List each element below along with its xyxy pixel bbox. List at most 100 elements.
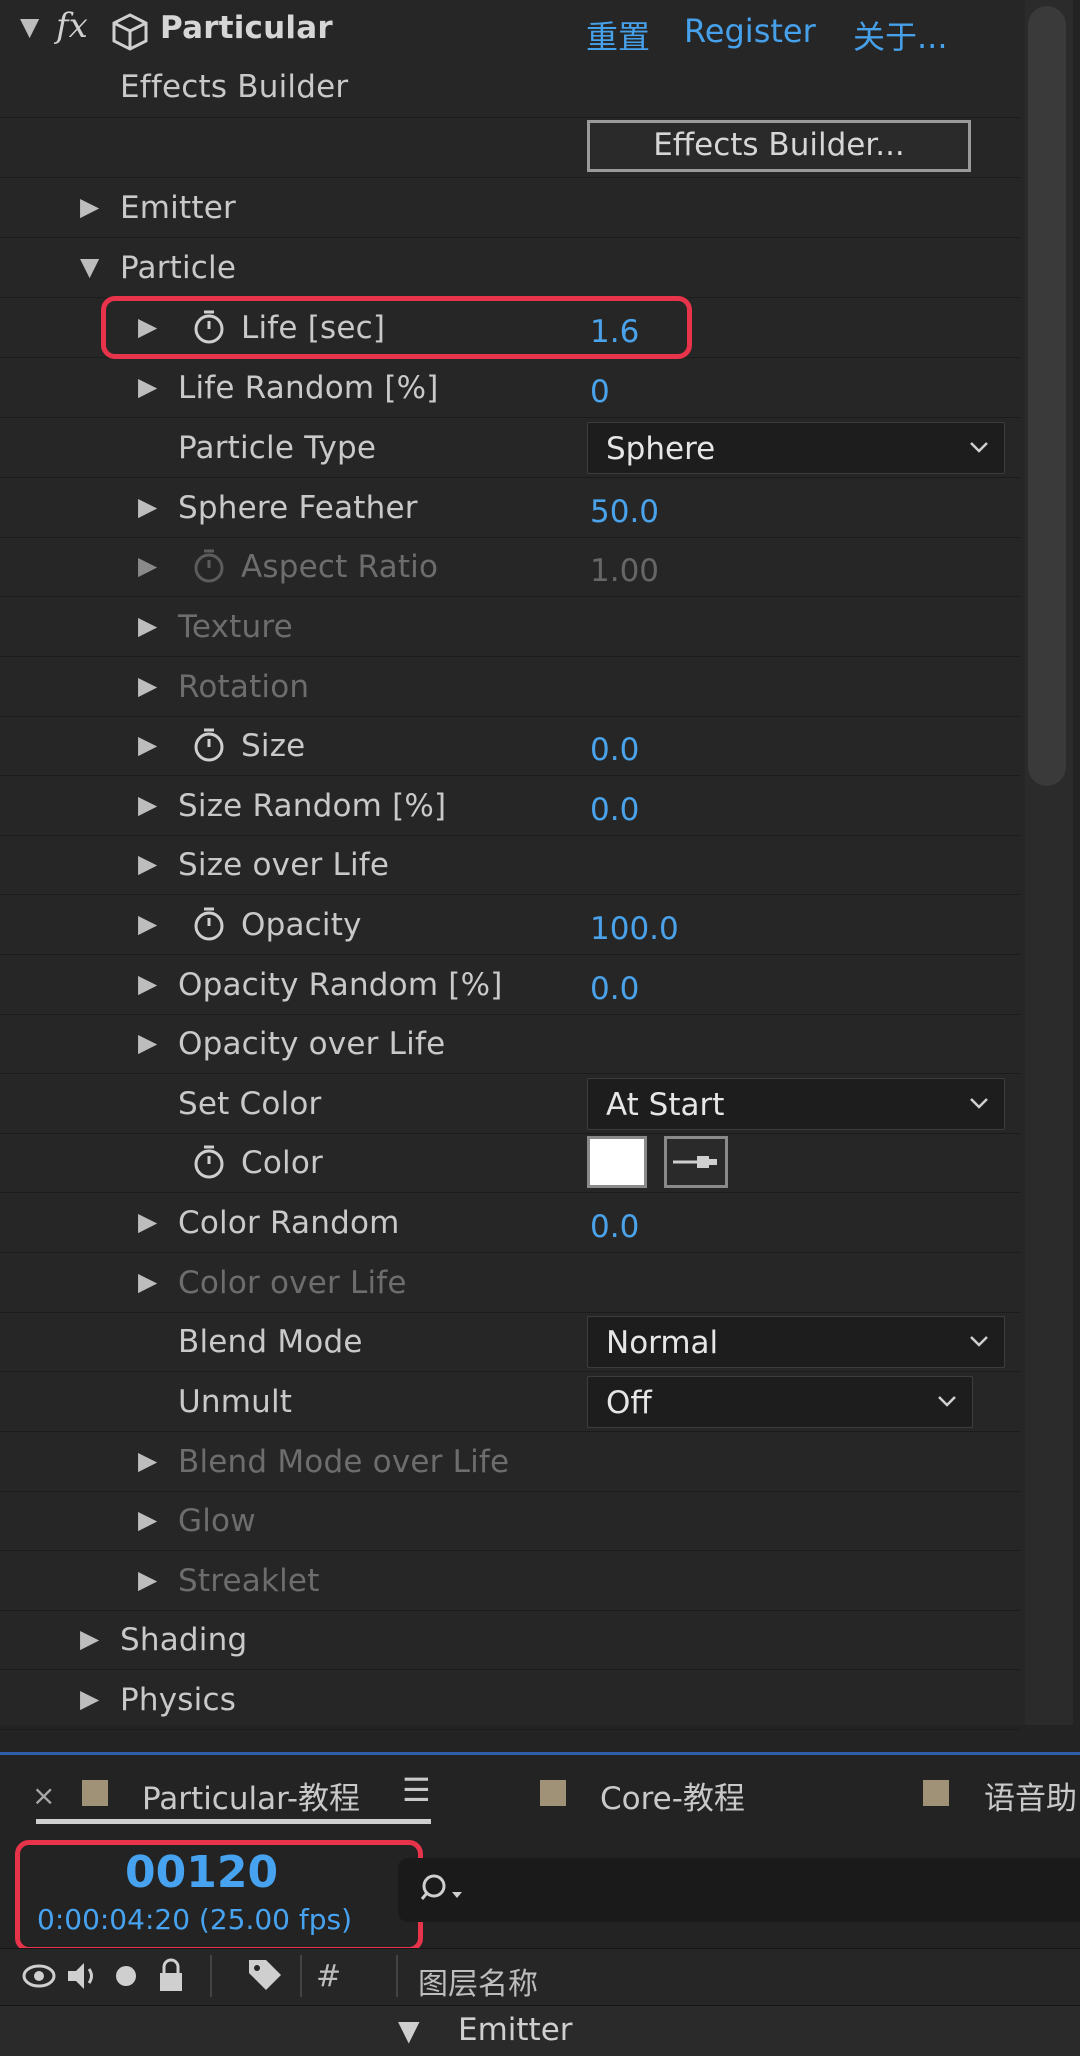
- group-label: Emitter: [120, 190, 236, 226]
- param-label: Life Random [%]: [178, 370, 439, 406]
- expand-triangle-icon[interactable]: ▶: [138, 849, 157, 878]
- solo-icon[interactable]: [116, 1966, 136, 1986]
- param-size: ▶ Size 0.0: [0, 716, 1020, 776]
- param-value: 1.00: [590, 553, 660, 589]
- group-particle[interactable]: ▼ Particle: [0, 238, 1020, 298]
- expand-triangle-icon[interactable]: ▶: [138, 1028, 157, 1057]
- dropdown-value: Normal: [606, 1325, 719, 1361]
- stopwatch-icon[interactable]: [190, 905, 228, 943]
- group-size-over-life[interactable]: ▶ Size over Life: [0, 835, 1020, 895]
- expand-triangle-icon[interactable]: ▶: [138, 909, 157, 938]
- group-label: Physics: [120, 1682, 237, 1718]
- column-divider[interactable]: [396, 1955, 398, 1997]
- param-value[interactable]: 0.0: [590, 732, 639, 768]
- fx-icon[interactable]: fx: [56, 6, 88, 46]
- param-opacity-random: ▶ Opacity Random [%] 0.0: [0, 955, 1020, 1015]
- eye-icon[interactable]: [22, 1961, 56, 1991]
- expand-triangle-icon[interactable]: ▶: [138, 1207, 157, 1236]
- collapse-triangle-icon[interactable]: ▼: [80, 252, 99, 281]
- lock-icon[interactable]: [156, 1957, 186, 1995]
- param-value[interactable]: 0.0: [590, 971, 639, 1007]
- param-size-random: ▶ Size Random [%] 0.0: [0, 776, 1020, 836]
- group-shading[interactable]: ▶ Shading: [0, 1610, 1020, 1670]
- group-glow[interactable]: ▶ Glow: [0, 1491, 1020, 1551]
- group-label: Size over Life: [178, 847, 390, 883]
- expand-triangle-icon[interactable]: ▶: [138, 1565, 157, 1594]
- expand-triangle-icon[interactable]: ▶: [138, 372, 157, 401]
- param-label: Aspect Ratio: [241, 549, 439, 585]
- stopwatch-icon[interactable]: [190, 1143, 228, 1181]
- group-label: Blend Mode over Life: [178, 1444, 510, 1480]
- param-label: Color: [241, 1145, 323, 1181]
- expand-triangle-icon[interactable]: ▶: [138, 611, 157, 640]
- group-label: Streaklet: [178, 1563, 320, 1599]
- param-color-random: ▶ Color Random 0.0: [0, 1193, 1020, 1253]
- group-opacity-over-life[interactable]: ▶ Opacity over Life: [0, 1014, 1020, 1074]
- param-value[interactable]: 100.0: [590, 911, 679, 947]
- label-tag-icon[interactable]: [246, 1957, 284, 1995]
- composition-icon: [923, 1780, 949, 1806]
- collapse-triangle-icon[interactable]: ▼: [398, 2014, 420, 2047]
- composition-icon: [540, 1780, 566, 1806]
- param-value[interactable]: 50.0: [590, 494, 659, 530]
- layer-search-input[interactable]: [398, 1858, 1080, 1922]
- group-blend-mode-over-life[interactable]: ▶ Blend Mode over Life: [0, 1432, 1020, 1492]
- expand-triangle-icon[interactable]: ▶: [138, 1267, 157, 1296]
- color-swatch[interactable]: [587, 1136, 647, 1188]
- layer-name: Emitter: [458, 2012, 573, 2048]
- audio-icon[interactable]: [64, 1959, 100, 1993]
- expand-triangle-icon[interactable]: ▶: [80, 1624, 99, 1653]
- group-emitter[interactable]: ▶ Emitter: [0, 178, 1020, 238]
- dropdown-value: Off: [606, 1385, 652, 1421]
- expand-triangle-icon[interactable]: ▶: [138, 551, 157, 580]
- expand-triangle-icon[interactable]: ▶: [80, 1684, 99, 1713]
- group-rotation[interactable]: ▶ Rotation: [0, 657, 1020, 717]
- tab-voice[interactable]: 语音助: [984, 1773, 1077, 1818]
- collapse-triangle-icon[interactable]: ▼: [20, 12, 39, 41]
- chevron-down-icon: [970, 1098, 988, 1109]
- param-set-color: Set Color At Start: [0, 1074, 1020, 1134]
- group-streaklet[interactable]: ▶ Streaklet: [0, 1551, 1020, 1611]
- param-label: Particle Type: [178, 430, 377, 466]
- group-texture[interactable]: ▶ Texture: [0, 597, 1020, 657]
- particle-type-dropdown[interactable]: Sphere: [587, 422, 1005, 474]
- expand-triangle-icon[interactable]: ▶: [138, 730, 157, 759]
- expand-triangle-icon[interactable]: ▶: [138, 1446, 157, 1475]
- menu-icon[interactable]: ☰: [402, 1771, 431, 1809]
- close-icon[interactable]: ×: [32, 1779, 55, 1812]
- about-link[interactable]: 关于...: [853, 12, 948, 58]
- column-divider[interactable]: [210, 1955, 212, 1997]
- group-label: Rotation: [178, 669, 310, 705]
- column-divider[interactable]: [300, 1955, 302, 1997]
- expand-triangle-icon[interactable]: ▶: [138, 790, 157, 819]
- unmult-dropdown[interactable]: Off: [587, 1376, 973, 1428]
- param-life-random: ▶ Life Random [%] 0: [0, 358, 1020, 418]
- group-label: Particle: [120, 250, 237, 286]
- tab-core[interactable]: Core-教程: [600, 1773, 745, 1818]
- param-value[interactable]: 0.0: [590, 1209, 639, 1245]
- chevron-down-icon: [970, 442, 988, 453]
- param-label: Opacity Random [%]: [178, 967, 503, 1003]
- expand-triangle-icon[interactable]: ▶: [138, 1505, 157, 1534]
- register-link[interactable]: Register: [684, 12, 816, 50]
- scrollbar-thumb[interactable]: [1028, 6, 1066, 786]
- expand-triangle-icon[interactable]: ▶: [80, 192, 99, 221]
- param-particle-type: Particle Type Sphere: [0, 418, 1020, 478]
- reset-link[interactable]: 重置: [586, 12, 650, 58]
- layer-row[interactable]: ▼ Emitter: [0, 2006, 1080, 2056]
- stopwatch-icon[interactable]: [190, 726, 228, 764]
- blend-mode-dropdown[interactable]: Normal: [587, 1316, 1005, 1368]
- param-value[interactable]: 0: [590, 374, 610, 410]
- group-physics[interactable]: ▶ Physics: [0, 1670, 1020, 1730]
- set-color-dropdown[interactable]: At Start: [587, 1078, 1005, 1130]
- group-color-over-life[interactable]: ▶ Color over Life: [0, 1253, 1020, 1313]
- expand-triangle-icon[interactable]: ▶: [138, 969, 157, 998]
- expand-triangle-icon[interactable]: ▶: [138, 671, 157, 700]
- param-unmult: Unmult Off: [0, 1372, 1020, 1432]
- tab-particular[interactable]: Particular-教程: [142, 1773, 360, 1818]
- eyedropper-button[interactable]: [664, 1136, 728, 1188]
- param-value[interactable]: 0.0: [590, 792, 639, 828]
- expand-triangle-icon[interactable]: ▶: [138, 492, 157, 521]
- param-blend-mode: Blend Mode Normal: [0, 1312, 1020, 1372]
- effects-builder-button[interactable]: Effects Builder...: [587, 120, 971, 172]
